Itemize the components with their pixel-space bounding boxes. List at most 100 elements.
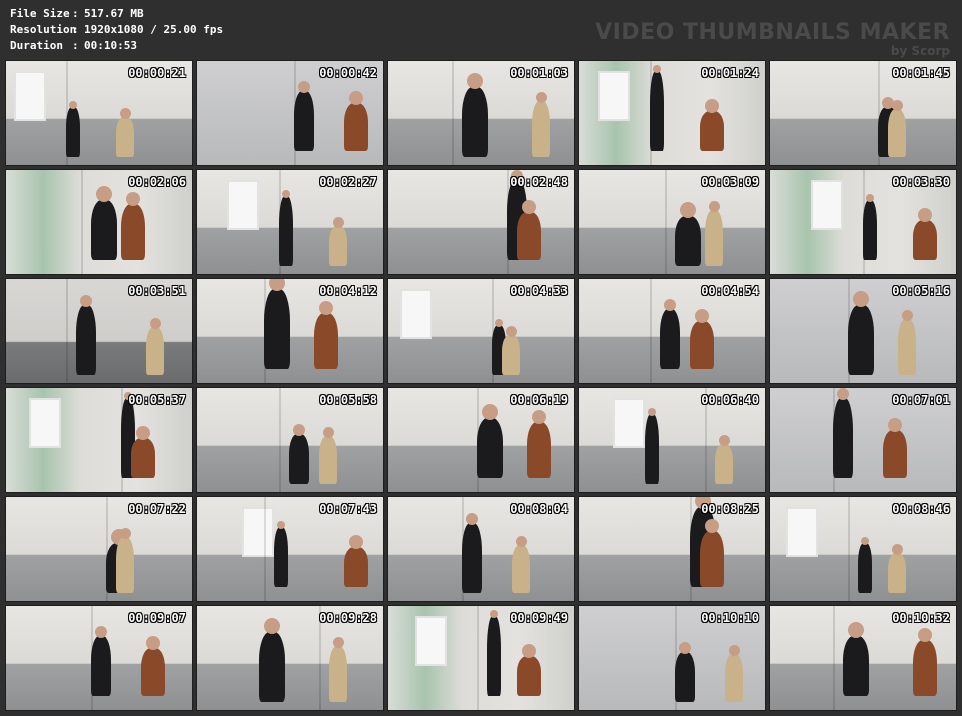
video-thumbnail[interactable]: 00:02:06	[5, 169, 193, 275]
scene-person-head	[515, 536, 527, 547]
scene-person-head	[718, 435, 730, 446]
scene-person-head	[319, 301, 333, 315]
separator: :	[72, 23, 79, 36]
video-thumbnail[interactable]: 00:06:19	[387, 387, 575, 493]
thumbnail-timestamp: 00:03:51	[128, 284, 186, 298]
scene-person	[289, 434, 309, 484]
scene-person-head	[680, 202, 696, 218]
scene-window	[811, 180, 843, 230]
video-thumbnail[interactable]: 00:00:42	[196, 60, 384, 166]
scene-person	[913, 640, 937, 696]
video-thumbnail[interactable]: 00:07:43	[196, 496, 384, 602]
video-thumbnail[interactable]: 00:05:58	[196, 387, 384, 493]
scene-person	[462, 87, 488, 157]
video-thumbnail[interactable]: 00:04:33	[387, 278, 575, 384]
video-thumbnail[interactable]: 00:08:25	[578, 496, 766, 602]
video-thumbnail[interactable]: 00:08:46	[769, 496, 957, 602]
video-thumbnail[interactable]: 00:09:07	[5, 605, 193, 711]
scene-wall-edge	[477, 606, 479, 710]
video-thumbnail[interactable]: 00:03:30	[769, 169, 957, 275]
file-size-value: 517.67 MB	[84, 7, 144, 20]
scene-person-head	[648, 408, 656, 416]
scene-person-head	[95, 626, 107, 638]
scene-person	[146, 327, 164, 375]
thumbnail-timestamp: 00:01:03	[510, 66, 568, 80]
scene-person	[725, 654, 743, 702]
video-thumbnail[interactable]: 00:07:22	[5, 496, 193, 602]
video-thumbnail[interactable]: 00:01:24	[578, 60, 766, 166]
scene-person	[913, 220, 937, 260]
scene-person	[121, 204, 145, 260]
scene-person	[848, 305, 874, 375]
scene-person	[344, 547, 368, 587]
scene-person-head	[891, 544, 903, 555]
scene-person	[141, 648, 165, 696]
video-thumbnail[interactable]: 00:00:21	[5, 60, 193, 166]
scene-person-head	[901, 310, 913, 321]
scene-wall-edge	[264, 497, 266, 601]
video-thumbnail[interactable]: 00:01:03	[387, 60, 575, 166]
scene-person-head	[918, 628, 932, 642]
video-thumbnail[interactable]: 00:04:54	[578, 278, 766, 384]
video-thumbnail[interactable]: 00:05:37	[5, 387, 193, 493]
scene-person	[76, 305, 96, 375]
video-thumbnail[interactable]: 00:03:51	[5, 278, 193, 384]
scene-person-head	[848, 622, 864, 638]
file-size-row: File Size : 517.67 MB	[10, 6, 223, 22]
scene-person	[294, 91, 314, 151]
scene-person-head	[522, 200, 536, 214]
scene-person	[888, 553, 906, 593]
scene-person-head	[535, 92, 547, 103]
scene-window	[786, 507, 818, 557]
scene-person-head	[866, 194, 874, 202]
video-thumbnail[interactable]: 00:09:28	[196, 605, 384, 711]
scene-wall-edge	[279, 388, 281, 492]
scene-person	[690, 321, 714, 369]
scene-person-head	[861, 537, 869, 545]
video-thumbnail[interactable]: 00:10:32	[769, 605, 957, 711]
scene-person	[898, 319, 916, 375]
scene-person	[517, 212, 541, 260]
video-thumbnail[interactable]: 00:02:48	[387, 169, 575, 275]
thumbnail-timestamp: 00:04:33	[510, 284, 568, 298]
scene-wall-edge	[452, 61, 454, 165]
scene-person	[344, 103, 368, 151]
thumbnail-timestamp: 00:03:30	[892, 175, 950, 189]
thumbnail-timestamp: 00:00:42	[319, 66, 377, 80]
thumbnail-timestamp: 00:10:32	[892, 611, 950, 625]
scene-wall-edge	[848, 497, 850, 601]
scene-person-head	[322, 427, 334, 438]
thumbnail-timestamp: 00:08:46	[892, 502, 950, 516]
scene-person-head	[679, 642, 691, 654]
thumbnail-timestamp: 00:07:01	[892, 393, 950, 407]
file-info-panel: File Size : 517.67 MB Resolution : 1920x…	[10, 6, 223, 54]
scene-window	[598, 71, 630, 121]
scene-person-head	[282, 190, 290, 198]
video-thumbnail[interactable]: 00:07:01	[769, 387, 957, 493]
scene-person-head	[277, 521, 285, 529]
video-thumbnail[interactable]: 00:10:10	[578, 605, 766, 711]
resolution-label: Resolution	[10, 23, 77, 36]
video-thumbnail[interactable]: 00:08:04	[387, 496, 575, 602]
scene-person-head	[269, 279, 285, 291]
scene-person-head	[653, 65, 661, 73]
scene-person	[319, 436, 337, 484]
scene-person-head	[293, 424, 305, 436]
scene-person	[279, 196, 293, 266]
scene-person-head	[146, 636, 160, 650]
resolution-value: 1920x1080 / 25.00 fps	[84, 23, 224, 36]
scene-person	[858, 543, 872, 593]
video-thumbnail[interactable]: 00:04:12	[196, 278, 384, 384]
thumbnail-timestamp: 00:05:16	[892, 284, 950, 298]
thumbnail-timestamp: 00:01:45	[892, 66, 950, 80]
scene-person	[517, 656, 541, 696]
scene-person	[259, 632, 285, 702]
video-thumbnail[interactable]: 00:09:49	[387, 605, 575, 711]
video-thumbnail[interactable]: 00:05:16	[769, 278, 957, 384]
video-thumbnail[interactable]: 00:03:09	[578, 169, 766, 275]
video-thumbnail[interactable]: 00:06:40	[578, 387, 766, 493]
scene-wall-edge	[665, 170, 667, 274]
video-thumbnail[interactable]: 00:01:45	[769, 60, 957, 166]
video-thumbnail[interactable]: 00:02:27	[196, 169, 384, 275]
separator: :	[72, 39, 79, 52]
